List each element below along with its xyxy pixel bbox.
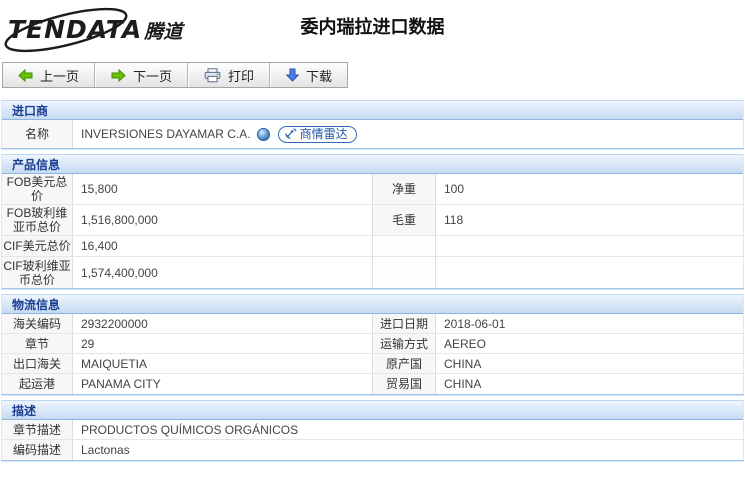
table-row: 海关编码 2932200000 进口日期 2018-06-01 — [2, 314, 743, 334]
transport-mode-value: AEREO — [436, 334, 743, 353]
importer-name-row: 名称 INVERSIONES DAYAMAR C.A. 商情雷达 — [2, 120, 743, 148]
transport-mode-label: 运输方式 — [372, 334, 436, 353]
origin-country-label: 原产国 — [372, 354, 436, 373]
gross-weight-label: 毛重 — [372, 205, 436, 235]
gross-weight-value: 118 — [436, 205, 743, 235]
cif-bolivar-label: CIF玻利维亚币总价 — [2, 257, 73, 288]
code-description-value: Lactonas — [73, 440, 743, 460]
next-page-button[interactable]: 下一页 — [95, 63, 188, 87]
page-title: 委内瑞拉进口数据 — [0, 13, 745, 39]
fob-usd-label: FOB美元总价 — [2, 174, 73, 204]
blue-down-arrow-icon — [286, 68, 299, 82]
printer-icon — [204, 68, 221, 83]
trade-country-value: CHINA — [436, 374, 743, 394]
export-customs-label: 出口海关 — [2, 354, 73, 373]
next-page-label: 下一页 — [133, 66, 172, 85]
table-row: FOB玻利维亚币总价 1,516,800,000 毛重 118 — [2, 205, 743, 236]
importer-name-value: INVERSIONES DAYAMAR C.A. — [81, 127, 251, 141]
prev-page-button[interactable]: 上一页 — [3, 63, 95, 87]
chapter-label: 章节 — [2, 334, 73, 353]
empty-label-cell — [372, 257, 436, 288]
section-description: 描述 章节描述 PRODUCTOS QUÍMICOS ORGÁNICOS 编码描… — [1, 400, 744, 461]
section-importer: 进口商 名称 INVERSIONES DAYAMAR C.A. 商情雷达 — [1, 100, 744, 149]
hs-code-value: 2932200000 — [73, 314, 372, 333]
green-right-arrow-icon — [111, 69, 126, 82]
download-button[interactable]: 下载 — [270, 63, 347, 87]
empty-label-cell — [372, 236, 436, 256]
table-row: FOB美元总价 15,800 净重 100 — [2, 174, 743, 205]
net-weight-value: 100 — [436, 174, 743, 204]
empty-value-cell — [436, 257, 743, 288]
chapter-description-value: PRODUCTOS QUÍMICOS ORGÁNICOS — [73, 420, 743, 439]
importer-name-value-cell: INVERSIONES DAYAMAR C.A. 商情雷达 — [73, 120, 743, 148]
origin-country-value: CHINA — [436, 354, 743, 373]
cif-bolivar-value: 1,574,400,000 — [73, 257, 372, 288]
section-importer-title: 进口商 — [2, 100, 743, 120]
table-row: 出口海关 MAIQUETIA 原产国 CHINA — [2, 354, 743, 374]
print-label: 打印 — [228, 66, 254, 85]
business-radar-label: 商情雷达 — [300, 127, 348, 142]
fob-usd-value: 15,800 — [73, 174, 372, 204]
export-customs-value: MAIQUETIA — [73, 354, 372, 373]
section-description-title: 描述 — [2, 400, 743, 420]
download-label: 下载 — [306, 66, 332, 85]
chapter-description-label: 章节描述 — [2, 420, 73, 439]
net-weight-label: 净重 — [372, 174, 436, 204]
cif-usd-label: CIF美元总价 — [2, 236, 73, 256]
trade-country-label: 贸易国 — [372, 374, 436, 394]
chapter-value: 29 — [73, 334, 372, 353]
print-button[interactable]: 打印 — [188, 63, 270, 87]
importer-name-label: 名称 — [2, 120, 73, 148]
table-row: 起运港 PANAMA CITY 贸易国 CHINA — [2, 374, 743, 394]
hs-code-label: 海关编码 — [2, 314, 73, 333]
section-product-title: 产品信息 — [2, 154, 743, 174]
page-header: TENDATA腾道 委内瑞拉进口数据 — [0, 0, 745, 60]
section-product: 产品信息 FOB美元总价 15,800 净重 100 FOB玻利维亚币总价 1,… — [1, 154, 744, 289]
table-row: 编码描述 Lactonas — [2, 440, 743, 460]
table-row: CIF玻利维亚币总价 1,574,400,000 — [2, 257, 743, 288]
globe-icon[interactable] — [257, 128, 270, 141]
departure-port-label: 起运港 — [2, 374, 73, 394]
code-description-label: 编码描述 — [2, 440, 73, 460]
cif-usd-value: 16,400 — [73, 236, 372, 256]
green-left-arrow-icon — [18, 69, 33, 82]
prev-page-label: 上一页 — [40, 66, 79, 85]
radar-dish-icon — [284, 128, 297, 140]
section-logistics-title: 物流信息 — [2, 294, 743, 314]
import-date-value: 2018-06-01 — [436, 314, 743, 333]
table-row: CIF美元总价 16,400 — [2, 236, 743, 257]
table-row: 章节描述 PRODUCTOS QUÍMICOS ORGÁNICOS — [2, 420, 743, 440]
business-radar-button[interactable]: 商情雷达 — [278, 126, 357, 143]
toolbar: 上一页 下一页 打印 下载 — [2, 62, 348, 88]
fob-bolivar-label: FOB玻利维亚币总价 — [2, 205, 73, 235]
section-logistics: 物流信息 海关编码 2932200000 进口日期 2018-06-01 章节 … — [1, 294, 744, 395]
fob-bolivar-value: 1,516,800,000 — [73, 205, 372, 235]
empty-value-cell — [436, 236, 743, 256]
departure-port-value: PANAMA CITY — [73, 374, 372, 394]
import-date-label: 进口日期 — [372, 314, 436, 333]
table-row: 章节 29 运输方式 AEREO — [2, 334, 743, 354]
